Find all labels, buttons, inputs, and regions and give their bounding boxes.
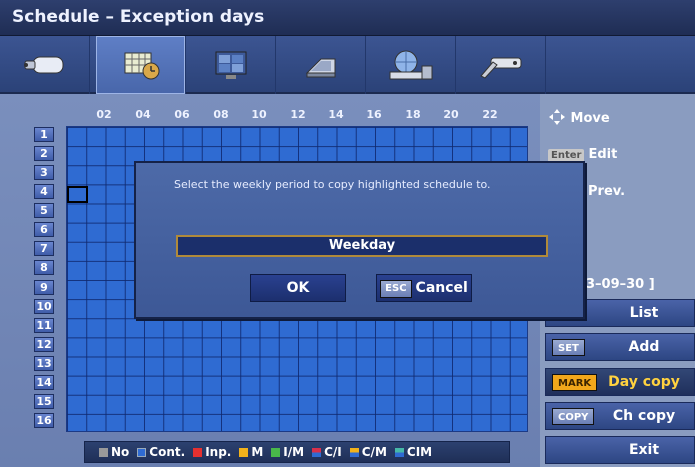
row-label[interactable]: 2	[34, 146, 54, 161]
day-copy-button-label: Day copy	[608, 374, 680, 390]
row-label[interactable]: 15	[34, 394, 54, 409]
copy-key-icon: COPY	[552, 408, 595, 425]
cancel-label: Cancel	[415, 280, 468, 296]
row-label[interactable]: 13	[34, 356, 54, 371]
title-bar: Schedule – Exception days	[0, 0, 695, 36]
tools-icon	[479, 57, 521, 79]
hour-label: 02	[96, 108, 112, 121]
window-title: Schedule – Exception days	[12, 7, 265, 27]
legend-swatch	[271, 447, 281, 457]
hour-label: 04	[135, 108, 151, 121]
exit-button[interactable]: Exit	[545, 436, 695, 464]
tab-tools[interactable]	[456, 36, 546, 94]
legend-item: CIM	[394, 445, 433, 459]
legend-swatch	[312, 447, 322, 457]
ok-button[interactable]: OK	[250, 274, 346, 302]
legend-label: Cont.	[149, 445, 186, 459]
legend-label: No	[111, 445, 130, 459]
legend-swatch	[137, 447, 147, 457]
list-button-label: List	[629, 305, 659, 321]
camera-icon	[23, 56, 63, 74]
row-label[interactable]: 12	[34, 337, 54, 352]
legend-item: Cont.	[137, 445, 185, 459]
legend-swatch	[394, 447, 404, 457]
legend-item: C/M	[349, 445, 387, 459]
legend-item: Inp.	[193, 445, 231, 459]
tab-bar	[0, 36, 695, 94]
legend-swatch	[99, 447, 108, 457]
legend-swatch	[193, 447, 203, 457]
row-label[interactable]: 16	[34, 413, 54, 428]
grid-cursor[interactable]	[67, 186, 88, 203]
hour-label: 12	[290, 108, 306, 121]
tab-disk[interactable]	[276, 36, 366, 94]
legend-item: M	[239, 445, 263, 459]
row-label[interactable]: 10	[34, 299, 54, 314]
tab-monitor[interactable]	[186, 36, 276, 94]
day-copy-button[interactable]: MARK Day copy	[545, 368, 695, 396]
copy-dialog: Select the weekly period to copy highlig…	[134, 161, 585, 319]
row-label[interactable]: 8	[34, 260, 54, 275]
ch-copy-button[interactable]: COPY Ch copy	[545, 402, 695, 430]
tab-camera[interactable]	[0, 36, 90, 94]
add-button[interactable]: SET Add	[545, 333, 695, 361]
legend-label: I/M	[283, 445, 305, 459]
dialog-message: Select the weekly period to copy highlig…	[174, 178, 491, 191]
help-prev: Prev.	[588, 184, 626, 199]
date-range: 3–09–30 ]	[586, 277, 655, 292]
legend-label: Inp.	[205, 445, 232, 459]
legend-item: No	[99, 445, 129, 459]
legend: No Cont. Inp. M I/M C/I C/M CIM	[84, 441, 510, 463]
legend-swatch	[349, 447, 359, 457]
row-label[interactable]: 9	[34, 280, 54, 295]
help-edit-label: Edit	[588, 147, 618, 162]
legend-label: C/I	[324, 445, 342, 459]
disk-icon	[305, 58, 335, 78]
monitor-icon	[215, 51, 246, 79]
row-label[interactable]: 6	[34, 222, 54, 237]
exit-button-label: Exit	[628, 442, 660, 458]
row-label[interactable]: 5	[34, 203, 54, 218]
hour-label: 18	[405, 108, 421, 121]
tab-schedule[interactable]	[96, 36, 186, 94]
legend-swatch	[239, 447, 249, 457]
legend-item: I/M	[271, 445, 304, 459]
mark-key-icon: MARK	[552, 374, 598, 391]
hour-label: 16	[366, 108, 382, 121]
legend-item: C/I	[312, 445, 342, 459]
hour-label: 10	[251, 108, 267, 121]
network-icon	[389, 50, 432, 80]
row-label[interactable]: 4	[34, 184, 54, 199]
hour-label: 08	[213, 108, 229, 121]
hour-label: 14	[328, 108, 344, 121]
cancel-button[interactable]: ESC Cancel	[376, 274, 472, 302]
legend-label: CIM	[406, 445, 433, 459]
help-move: Move	[548, 108, 610, 126]
row-label[interactable]: 14	[34, 375, 54, 390]
help-edit: Enter Edit	[548, 147, 617, 162]
set-key-icon: SET	[552, 339, 585, 356]
move-arrows-icon	[549, 109, 565, 125]
legend-label: M	[251, 445, 264, 459]
legend-label: C/M	[361, 445, 387, 459]
period-select[interactable]: Weekday	[176, 235, 548, 257]
tab-network[interactable]	[366, 36, 456, 94]
hour-label: 06	[174, 108, 190, 121]
row-label[interactable]: 1	[34, 127, 54, 142]
row-label[interactable]: 7	[34, 241, 54, 256]
row-label[interactable]: 11	[34, 318, 54, 333]
ch-copy-button-label: Ch copy	[612, 408, 676, 424]
hour-label: 22	[482, 108, 498, 121]
hour-label: 20	[443, 108, 459, 121]
schedule-calendar-icon	[124, 52, 159, 80]
row-label[interactable]: 3	[34, 165, 54, 180]
help-move-label: Move	[570, 111, 610, 126]
add-button-label: Add	[628, 339, 660, 355]
esc-key-icon: ESC	[380, 280, 412, 298]
